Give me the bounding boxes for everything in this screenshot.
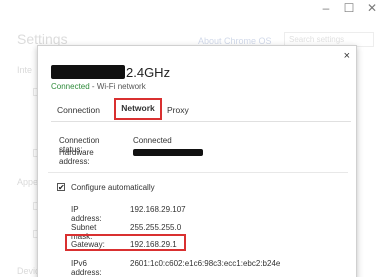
status-type-text: - Wi-Fi network xyxy=(89,82,146,91)
subnet-mask-value: 255.255.255.0 xyxy=(130,223,182,232)
ip-address-value: 192.168.29.107 xyxy=(130,205,186,214)
configure-automatically-checkbox[interactable]: ✔ xyxy=(57,183,65,192)
tab-proxy[interactable]: Proxy xyxy=(167,100,189,120)
status-connected-text: Connected xyxy=(51,82,90,91)
connection-status-value: Connected xyxy=(133,136,172,145)
tab-network[interactable]: Network xyxy=(114,98,162,120)
configure-automatically-label: Configure automatically xyxy=(71,183,155,192)
hardware-address-label: Hardware address: xyxy=(59,148,94,166)
network-name: 2.4GHz xyxy=(126,65,171,80)
ssid-redaction xyxy=(51,65,125,79)
gateway-highlight xyxy=(65,234,186,251)
settings-window: – ☐ ✕ Settings About Chrome OS Search se… xyxy=(0,0,389,277)
hardware-address-redaction xyxy=(133,149,203,156)
tab-connection[interactable]: Connection xyxy=(57,100,100,120)
ipv6-address-label: IPv6 address: xyxy=(71,259,102,277)
network-status: Connected - Wi-Fi network xyxy=(51,82,146,91)
section-divider xyxy=(48,172,348,173)
network-details-dialog: × 2.4GHz Connected - Wi-Fi network Conne… xyxy=(37,45,357,277)
dialog-tabs: Connection Network Proxy xyxy=(51,98,351,122)
close-icon[interactable]: × xyxy=(344,50,350,62)
tab-divider xyxy=(51,121,351,122)
ip-address-label: IP address: xyxy=(71,205,102,223)
ipv6-address-value: 2601:1c0:c602:e1c6:98c3:ecc1:ebc2:b24e xyxy=(130,259,281,268)
